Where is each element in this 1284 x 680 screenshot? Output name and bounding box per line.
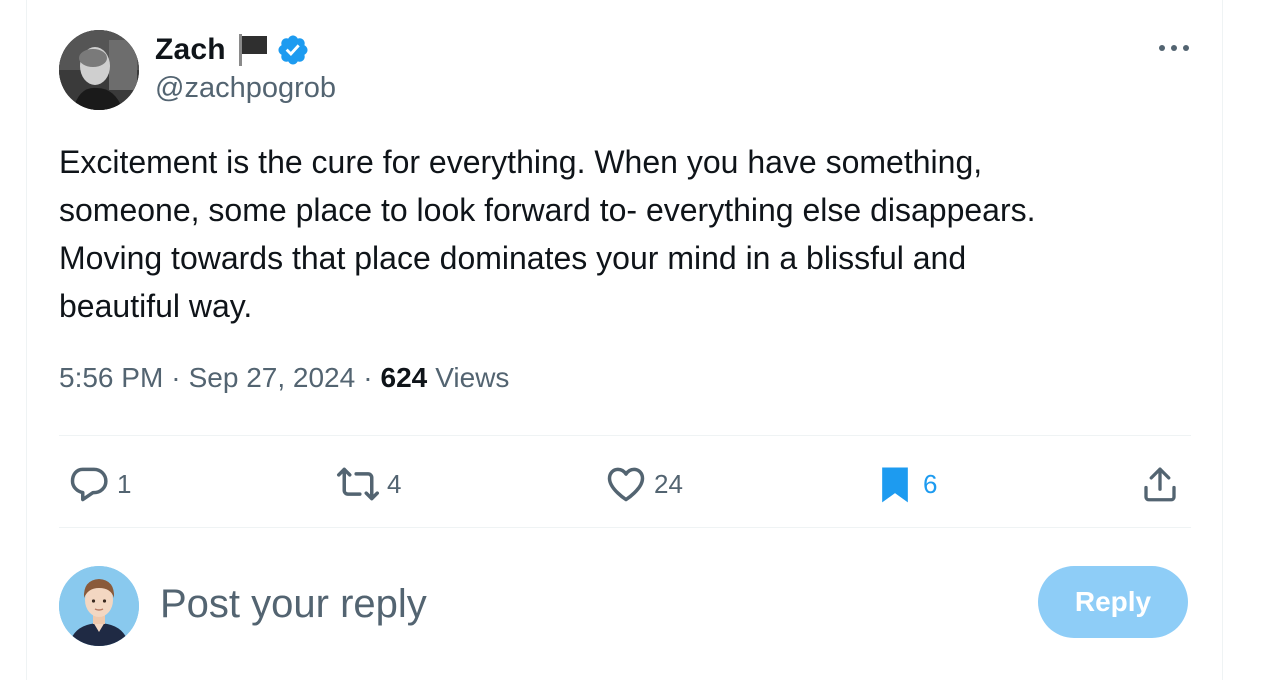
- repost-action-button[interactable]: 4: [335, 455, 401, 513]
- tweet-meta: 5:56 PM · Sep 27, 2024 · 624 Views: [59, 362, 509, 394]
- reply-action-button[interactable]: 1: [67, 455, 131, 513]
- author-name-row: Zach: [155, 30, 310, 70]
- author-name[interactable]: Zach: [155, 33, 226, 67]
- like-action-button[interactable]: 24: [604, 455, 683, 513]
- author-handle[interactable]: @zachpogrob: [155, 72, 336, 105]
- tweet-date[interactable]: Sep 27, 2024: [189, 362, 356, 394]
- tweet-action-bar: 1 4 24 6: [59, 455, 1191, 513]
- bookmark-action-button[interactable]: 6: [873, 455, 937, 513]
- more-options-button[interactable]: [1154, 34, 1194, 62]
- bookmark-filled-icon: [882, 467, 908, 503]
- like-count: 24: [654, 468, 683, 499]
- current-user-avatar[interactable]: [59, 566, 139, 646]
- reply-submit-button[interactable]: Reply: [1038, 566, 1188, 638]
- share-upload-icon: [1144, 467, 1176, 502]
- column-border-right: [1222, 0, 1223, 680]
- more-dots-icon: [1159, 45, 1189, 51]
- tweet-text: Excitement is the cure for everything. W…: [59, 138, 1179, 330]
- reply-input[interactable]: [160, 574, 980, 634]
- verified-badge-icon[interactable]: [276, 33, 310, 67]
- tweet-text-line: Moving towards that place dominates your…: [59, 240, 967, 276]
- repost-count: 4: [387, 468, 402, 499]
- repost-icon: [337, 467, 379, 501]
- reply-count: 1: [117, 468, 132, 499]
- reply-bubble-icon: [70, 467, 108, 502]
- tweet-time[interactable]: 5:56 PM: [59, 362, 163, 394]
- author-avatar[interactable]: [59, 30, 139, 110]
- tweet-text-line: someone, some place to look forward to- …: [59, 192, 1036, 228]
- share-action-button[interactable]: [1139, 455, 1181, 513]
- current-user-avatar-image: [59, 566, 139, 646]
- tweet-text-line: Excitement is the cure for everything. W…: [59, 144, 983, 180]
- meta-separator: ·: [171, 362, 181, 393]
- divider-top: [59, 435, 1191, 436]
- views-count: 624: [380, 362, 428, 393]
- meta-separator: ·: [363, 362, 373, 393]
- column-border-left: [26, 0, 27, 680]
- bookmark-count: 6: [923, 468, 938, 499]
- divider-bottom: [59, 527, 1191, 528]
- black-flag-icon: [238, 34, 267, 66]
- author-avatar-image: [59, 30, 139, 110]
- views-label: Views: [435, 362, 510, 393]
- heart-icon: [607, 467, 645, 502]
- tweet-text-line: beautiful way.: [59, 288, 253, 324]
